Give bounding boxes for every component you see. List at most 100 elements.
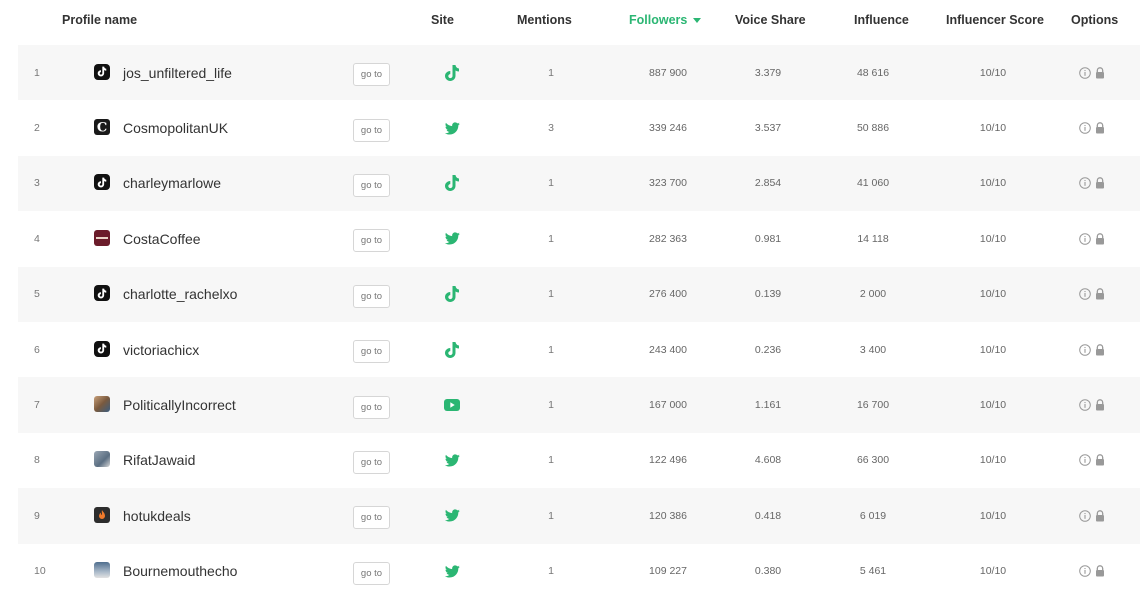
header-profile-name[interactable]: Profile name <box>62 13 137 27</box>
go-to-button[interactable]: go to <box>353 340 390 364</box>
profile-name[interactable]: PoliticallyIncorrect <box>123 377 236 432</box>
table-row[interactable]: 6 victoriachicx go to 1 243 400 0.236 3 400 10/… <box>18 322 1140 377</box>
options-cell <box>1079 45 1109 100</box>
lock-icon[interactable] <box>1095 399 1105 411</box>
sort-desc-icon <box>693 18 702 24</box>
mentions-value: 1 <box>548 454 554 467</box>
profile-name[interactable]: jos_unfiltered_life <box>123 45 232 100</box>
influence-value: 41 060 <box>856 177 890 190</box>
tiktok-avatar-icon <box>94 174 110 191</box>
table-row[interactable]: 4 CostaCoffee go to 1 282 363 0.981 14 118 10/1… <box>18 211 1140 266</box>
table-row[interactable]: 5 charlotte_rachelxo go to 1 276 400 0.139 2 0… <box>18 266 1140 322</box>
tiktok-icon[interactable] <box>443 156 461 211</box>
lock-icon[interactable] <box>1095 66 1105 79</box>
table-row[interactable]: 3 charleymarlowe go to 1 323 700 2.854 41 060 1… <box>18 155 1140 212</box>
tiktok-icon[interactable] <box>443 45 461 100</box>
go-to-button[interactable]: go to <box>353 284 390 308</box>
go-to-button[interactable]: go to <box>353 395 390 419</box>
profile-name[interactable]: charleymarlowe <box>123 156 221 211</box>
influencer-score-value: 10/10 <box>979 232 1007 245</box>
voice-share-value: 4.608 <box>754 454 782 467</box>
lock-icon[interactable] <box>1095 177 1105 189</box>
lock-icon[interactable] <box>1095 288 1105 300</box>
table-row[interactable]: 7 PoliticallyIncorrect go to 1 167 000 1.161 1… <box>18 377 1140 433</box>
table-row[interactable]: 9 hotukdeals go to 1 120 386 0.418 6 019 10/10 <box>18 488 1140 544</box>
followers-value: 167 000 <box>649 399 687 412</box>
followers-value: 276 400 <box>649 288 687 301</box>
table-row[interactable]: 10 Bournemouthecho go to 1 109 227 0.380 5 461… <box>18 544 1140 590</box>
row-number: 5 <box>34 288 40 301</box>
lock-icon[interactable] <box>1095 565 1105 577</box>
cosmopolitan-avatar-icon: C <box>94 119 110 136</box>
youtube-icon[interactable] <box>443 377 461 432</box>
info-icon[interactable] <box>1079 399 1091 411</box>
header-options: Options <box>1071 13 1119 27</box>
table-row[interactable]: 8 RifatJawaid go to 1 122 496 4.608 66 300 10/1… <box>18 433 1140 488</box>
profile-name[interactable]: charlotte_rachelxo <box>123 267 237 322</box>
header-influencer-score[interactable]: Influencer Score <box>946 13 1044 27</box>
header-followers[interactable]: Followers <box>629 13 702 27</box>
profile-name[interactable]: hotukdeals <box>123 488 191 543</box>
info-icon[interactable] <box>1079 454 1091 467</box>
table-row[interactable]: 1 jos_unfiltered_life go to 1 887 900 3.379 48… <box>18 45 1140 101</box>
go-to-button[interactable]: go to <box>353 63 390 87</box>
lock-icon[interactable] <box>1095 122 1105 134</box>
lock-icon[interactable] <box>1095 510 1105 522</box>
go-to-button[interactable]: go to <box>353 229 390 253</box>
influence-value: 14 118 <box>857 232 889 245</box>
twitter-icon[interactable] <box>443 544 461 590</box>
info-icon[interactable] <box>1079 343 1091 356</box>
info-icon[interactable] <box>1079 510 1091 522</box>
info-icon[interactable] <box>1079 233 1091 245</box>
profile-name[interactable]: victoriachicx <box>123 322 199 377</box>
goto-cell: go to <box>353 211 390 266</box>
profile-name[interactable]: Bournemouthecho <box>123 544 237 590</box>
go-to-button[interactable]: go to <box>353 561 390 585</box>
options-cell <box>1079 488 1109 543</box>
influence-value: 48 616 <box>856 66 890 79</box>
twitter-icon[interactable] <box>443 433 461 488</box>
profile-name[interactable]: RifatJawaid <box>123 433 195 488</box>
voice-share-value: 0.981 <box>754 232 782 245</box>
row-number: 6 <box>34 343 40 356</box>
profile-name[interactable]: CosmopolitanUK <box>123 100 228 155</box>
goto-cell: go to <box>353 267 390 322</box>
mentions-value: 1 <box>548 509 554 522</box>
header-site[interactable]: Site <box>431 13 454 27</box>
voice-share-value: 0.236 <box>754 343 782 356</box>
info-icon[interactable] <box>1079 122 1091 134</box>
tiktok-icon[interactable] <box>443 322 461 377</box>
lock-icon[interactable] <box>1095 233 1105 245</box>
go-to-button[interactable]: go to <box>353 506 390 530</box>
table-header: Profile name Site Mentions Followers Voi… <box>0 0 1140 42</box>
header-voice-share[interactable]: Voice Share <box>735 13 806 27</box>
header-followers-label: Followers <box>629 13 688 27</box>
voice-share-value: 3.379 <box>754 66 782 79</box>
influencer-score-value: 10/10 <box>979 343 1007 356</box>
goto-cell: go to <box>353 45 390 100</box>
twitter-icon[interactable] <box>443 488 461 543</box>
info-icon[interactable] <box>1079 177 1091 190</box>
goto-cell: go to <box>353 156 390 211</box>
tiktok-icon[interactable] <box>443 267 461 322</box>
go-to-button[interactable]: go to <box>353 450 390 474</box>
twitter-icon[interactable] <box>443 100 461 155</box>
voice-share-value: 0.139 <box>754 288 782 301</box>
header-influence[interactable]: Influence <box>854 13 909 27</box>
influence-value: 66 300 <box>856 454 890 467</box>
header-mentions[interactable]: Mentions <box>517 13 572 27</box>
profile-name[interactable]: CostaCoffee <box>123 211 201 266</box>
info-icon[interactable] <box>1079 66 1091 79</box>
goto-cell: go to <box>353 433 390 488</box>
lock-icon[interactable] <box>1095 343 1105 356</box>
options-cell <box>1079 211 1109 266</box>
lock-icon[interactable] <box>1095 454 1105 466</box>
table-row[interactable]: 2 C CosmopolitanUK go to 3 339 246 3.537 50 886… <box>18 100 1140 155</box>
go-to-button[interactable]: go to <box>353 173 390 197</box>
info-icon[interactable] <box>1079 565 1091 578</box>
go-to-button[interactable]: go to <box>353 118 390 142</box>
influencer-score-value: 10/10 <box>979 454 1007 467</box>
info-icon[interactable] <box>1079 288 1091 301</box>
twitter-icon[interactable] <box>443 211 461 266</box>
influencer-table: Profile name Site Mentions Followers Voi… <box>0 0 1140 590</box>
